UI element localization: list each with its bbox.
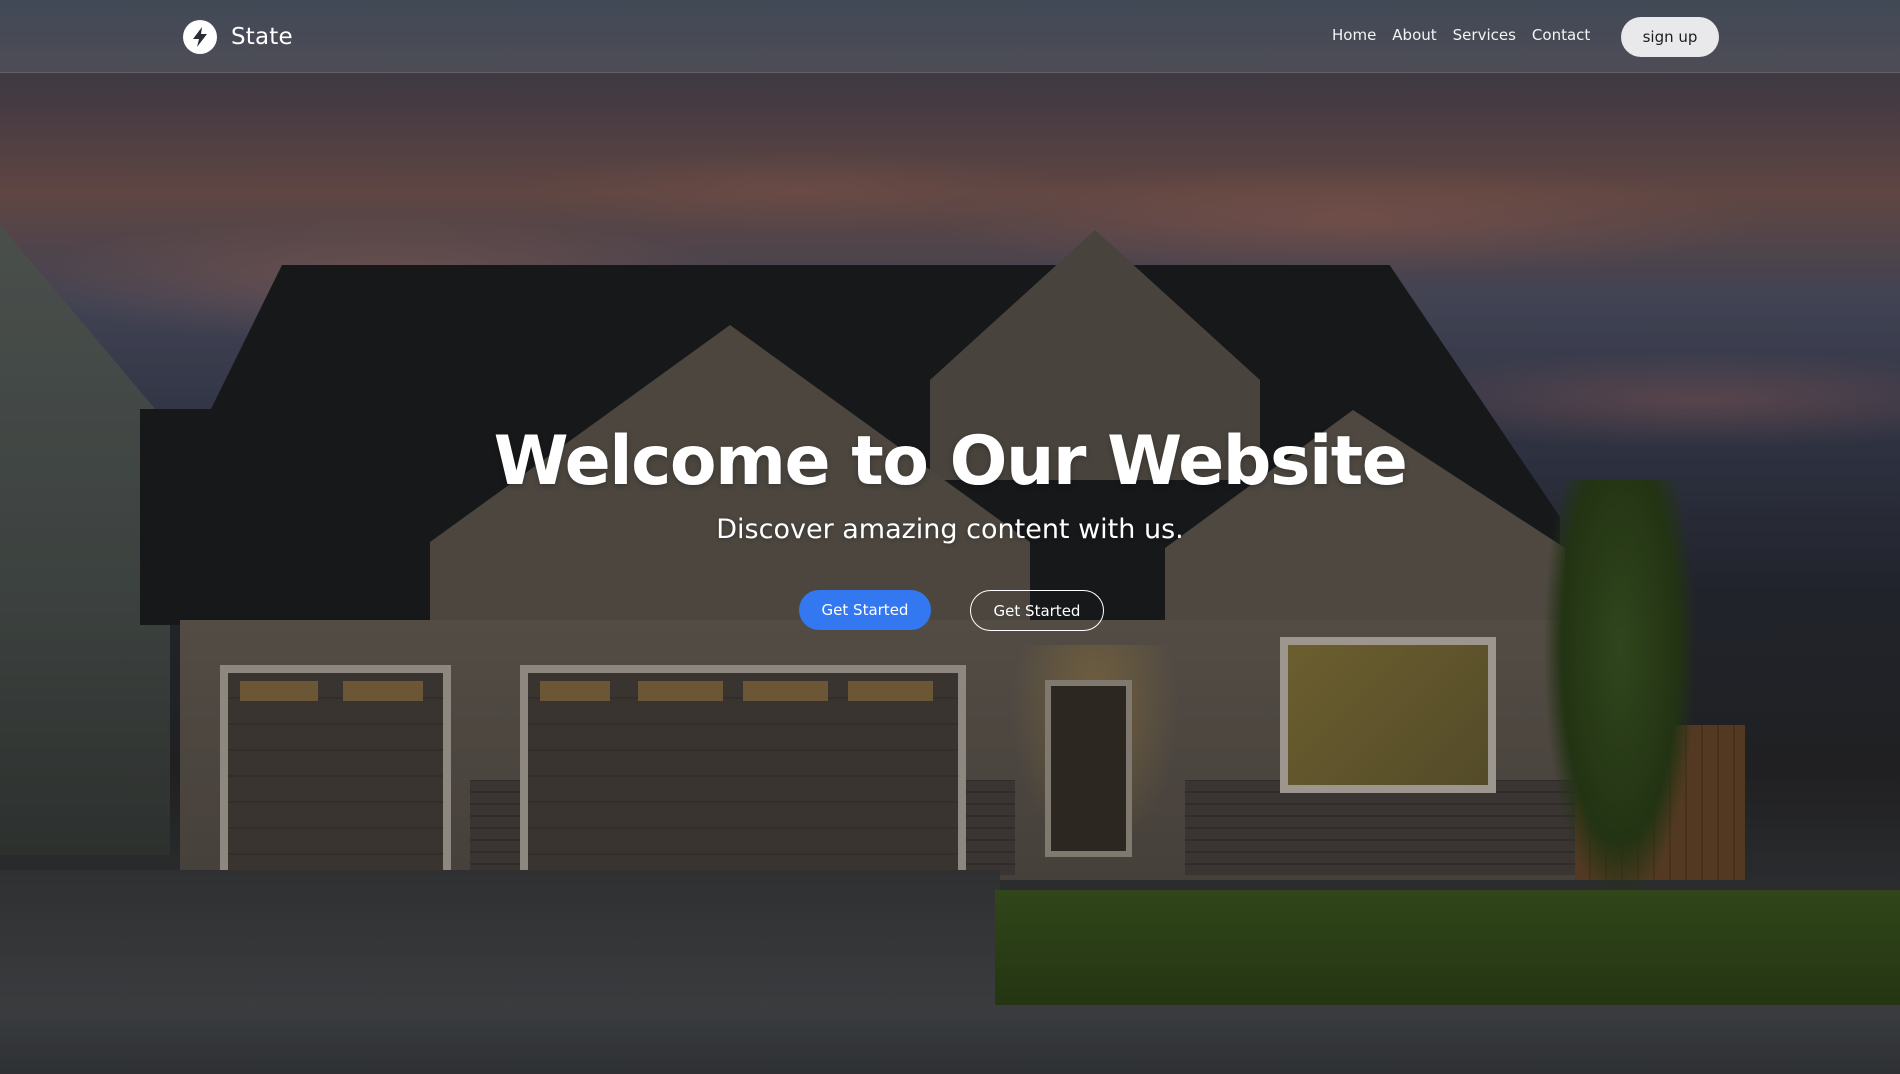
nav-link-about[interactable]: About	[1392, 26, 1436, 44]
brand-name: State	[231, 24, 293, 50]
hero-title: Welcome to Our Website	[493, 422, 1408, 501]
get-started-primary-button[interactable]: Get Started	[799, 590, 931, 630]
nav-links: Home About Services Contact	[1332, 26, 1590, 44]
signup-button[interactable]: sign up	[1621, 17, 1719, 57]
nav-link-home[interactable]: Home	[1332, 26, 1376, 44]
hero-section: State Home About Services Contact sign u…	[0, 0, 1900, 1074]
nav-link-services[interactable]: Services	[1453, 26, 1516, 44]
nav-link-contact[interactable]: Contact	[1532, 26, 1590, 44]
lightning-bolt-icon	[183, 20, 217, 54]
get-started-outline-button[interactable]: Get Started	[970, 590, 1104, 631]
brand-logo-link[interactable]: State	[183, 20, 293, 54]
hero-content: Welcome to Our Website Discover amazing …	[0, 420, 1900, 548]
top-navbar: State Home About Services Contact sign u…	[0, 0, 1900, 73]
hero-subtitle: Discover amazing content with us.	[716, 514, 1184, 545]
